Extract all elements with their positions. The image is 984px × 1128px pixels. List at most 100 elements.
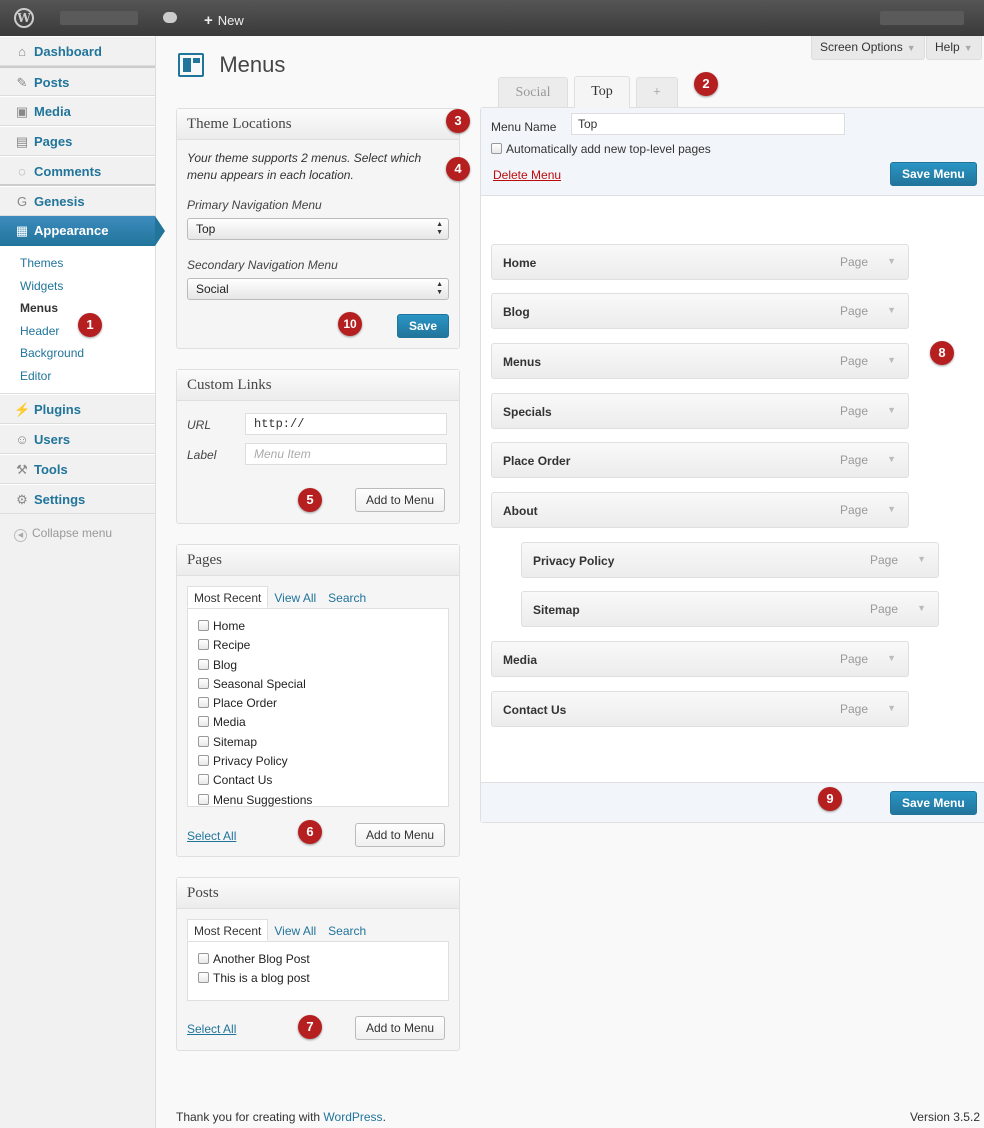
- tab-view-all[interactable]: View All: [268, 920, 322, 942]
- box-title[interactable]: Pages: [177, 545, 459, 576]
- sidebar-item-comments[interactable]: ◌ Comments: [0, 156, 155, 186]
- checkbox[interactable]: [198, 755, 209, 767]
- media-icon: ▣: [15, 104, 29, 119]
- checkbox[interactable]: [198, 639, 209, 651]
- menu-item-about[interactable]: About Page ▼: [491, 492, 909, 528]
- new-content-button[interactable]: + New: [204, 12, 244, 29]
- site-name-link[interactable]: [60, 11, 138, 25]
- select-all-posts-link[interactable]: Select All: [187, 1022, 236, 1036]
- checkbox[interactable]: [198, 953, 209, 964]
- add-pages-button[interactable]: Add to Menu: [355, 823, 446, 847]
- help-button[interactable]: Help ▼: [926, 36, 982, 60]
- sidebar-item-genesis[interactable]: G Genesis: [0, 186, 155, 216]
- menu-item-privacy-policy[interactable]: Privacy Policy Page ▼: [521, 542, 939, 578]
- tab-most-recent[interactable]: Most Recent: [187, 586, 269, 608]
- menu-editor-panel: Menu Name Top Automatically add new top-…: [480, 107, 984, 823]
- checkbox[interactable]: [198, 774, 209, 786]
- menu-item-title: About: [503, 504, 538, 518]
- chevron-down-icon[interactable]: ▼: [887, 355, 896, 365]
- menu-item-type: Page: [839, 404, 868, 418]
- menu-item-specials[interactable]: Specials Page ▼: [491, 393, 909, 429]
- menu-item-media[interactable]: Media Page ▼: [491, 641, 909, 677]
- chevron-down-icon[interactable]: ▼: [887, 504, 896, 514]
- save-menu-button-top[interactable]: Save Menu: [890, 162, 977, 186]
- chevron-down-icon[interactable]: ▼: [887, 653, 896, 663]
- url-label: URL: [187, 418, 212, 432]
- checkbox[interactable]: [491, 143, 502, 154]
- sidebar-item-plugins[interactable]: ⚡ Plugins: [0, 394, 155, 424]
- submenu-item-themes[interactable]: Themes: [20, 252, 155, 275]
- menu-item-home[interactable]: Home Page ▼: [491, 244, 909, 280]
- menu-item-title: Contact Us: [503, 703, 567, 717]
- box-title[interactable]: Custom Links: [177, 370, 459, 401]
- submenu-item-background[interactable]: Background: [20, 342, 155, 365]
- chevron-down-icon[interactable]: ▼: [887, 405, 896, 415]
- sidebar-item-appearance[interactable]: ▦ Appearance: [0, 216, 165, 246]
- checkbox[interactable]: [198, 716, 209, 728]
- user-account-menu[interactable]: [880, 11, 964, 25]
- page-label: Home: [213, 619, 246, 633]
- checkbox[interactable]: [198, 972, 209, 984]
- submenu-item-widgets[interactable]: Widgets: [20, 275, 155, 298]
- tab-search[interactable]: Search: [322, 587, 372, 609]
- checkbox[interactable]: [198, 735, 209, 747]
- sidebar-item-settings[interactable]: ⚙ Settings: [0, 484, 155, 514]
- sidebar-item-dashboard[interactable]: ⌂ Dashboard: [0, 36, 155, 66]
- menu-item-menus[interactable]: Menus Page ▼: [491, 343, 909, 379]
- sidebar-item-tools[interactable]: ⚒ Tools: [0, 454, 155, 484]
- chevron-down-icon[interactable]: ▼: [887, 454, 896, 464]
- tab-search[interactable]: Search: [322, 920, 372, 942]
- menu-name-input[interactable]: Top: [571, 113, 845, 135]
- menu-name-label: Menu Name: [491, 120, 557, 134]
- url-input[interactable]: http://: [245, 413, 447, 435]
- tab-menu-social[interactable]: Social: [498, 77, 568, 108]
- auto-add-pages-option[interactable]: Automatically add new top-level pages: [491, 142, 711, 156]
- sidebar-item-pages[interactable]: ▤ Pages: [0, 126, 155, 156]
- chevron-down-icon[interactable]: ▼: [887, 703, 896, 713]
- tab-menu-top[interactable]: Top: [574, 76, 630, 108]
- sidebar-item-posts[interactable]: ✎ Posts: [0, 66, 155, 96]
- checkbox[interactable]: [198, 793, 209, 805]
- primary-nav-select[interactable]: Top ▲ ▼: [187, 218, 449, 240]
- tab-most-recent[interactable]: Most Recent: [187, 919, 269, 941]
- sidebar-item-users[interactable]: ☺ Users: [0, 424, 155, 454]
- secondary-nav-select[interactable]: Social ▲ ▼: [187, 278, 449, 300]
- sidebar-item-label: Genesis: [34, 194, 85, 209]
- help-label: Help: [935, 40, 960, 54]
- wordpress-logo-icon[interactable]: W: [14, 8, 34, 28]
- delete-menu-link[interactable]: Delete Menu: [493, 168, 561, 182]
- box-title[interactable]: Theme Locations: [177, 109, 459, 140]
- menu-item-place-order[interactable]: Place Order Page ▼: [491, 442, 909, 478]
- save-locations-button[interactable]: Save: [397, 314, 450, 338]
- chevron-down-icon[interactable]: ▼: [917, 554, 926, 564]
- add-posts-button[interactable]: Add to Menu: [355, 1016, 446, 1040]
- box-title[interactable]: Posts: [177, 878, 459, 909]
- chevron-down-icon[interactable]: ▼: [917, 603, 926, 613]
- wordpress-link[interactable]: WordPress: [323, 1110, 382, 1124]
- label-input[interactable]: Menu Item: [245, 443, 447, 465]
- select-all-pages-link[interactable]: Select All: [187, 829, 236, 843]
- checkbox[interactable]: [198, 677, 209, 689]
- tab-view-all[interactable]: View All: [268, 587, 322, 609]
- checkbox[interactable]: [198, 620, 209, 631]
- checkbox[interactable]: [198, 658, 209, 670]
- menu-item-sitemap[interactable]: Sitemap Page ▼: [521, 591, 939, 627]
- submenu-item-editor[interactable]: Editor: [20, 365, 155, 388]
- menu-item-blog[interactable]: Blog Page ▼: [491, 293, 909, 329]
- callout-badge: 10: [338, 312, 362, 336]
- checkbox[interactable]: [198, 697, 209, 709]
- menu-item-contact-us[interactable]: Contact Us Page ▼: [491, 691, 909, 727]
- collapse-menu-button[interactable]: ◀ Collapse menu: [0, 514, 155, 542]
- page-label: Blog: [213, 657, 238, 672]
- sidebar-item-media[interactable]: ▣ Media: [0, 96, 155, 126]
- menu-item-title: Privacy Policy: [533, 554, 615, 568]
- chevron-down-icon[interactable]: ▼: [887, 256, 896, 266]
- chevron-down-icon[interactable]: ▼: [887, 305, 896, 315]
- screen-options-button[interactable]: Screen Options ▼: [811, 36, 925, 60]
- list-item: Recipe: [198, 636, 438, 655]
- select-arrows-icon: ▲ ▼: [436, 221, 443, 236]
- add-menu-tab[interactable]: +: [636, 77, 678, 108]
- add-custom-link-button[interactable]: Add to Menu: [355, 488, 446, 512]
- comment-bubble-icon[interactable]: [163, 12, 177, 23]
- save-menu-button-bottom[interactable]: Save Menu: [890, 791, 977, 815]
